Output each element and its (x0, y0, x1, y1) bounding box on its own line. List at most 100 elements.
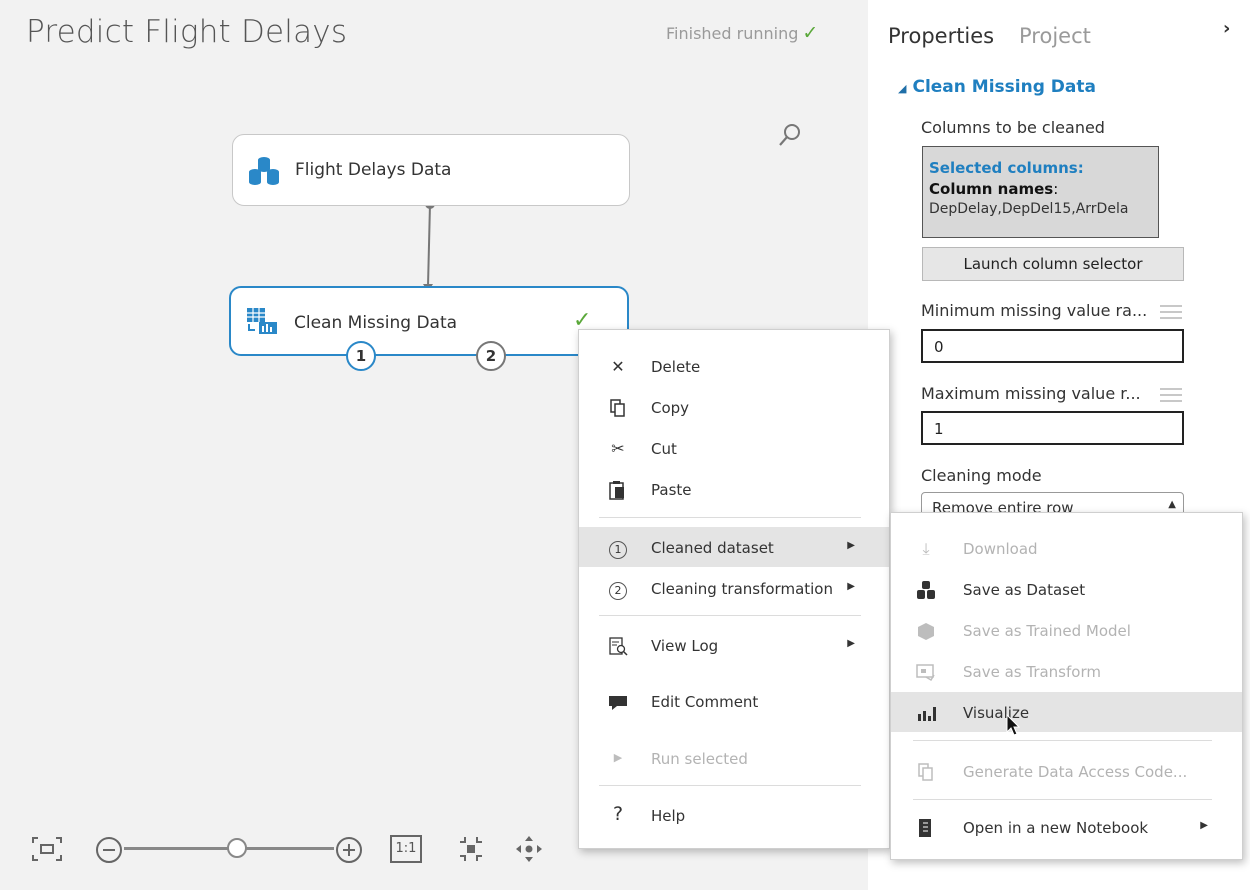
selected-columns-box: Selected columns: Column names: DepDelay… (922, 146, 1159, 238)
menu-item-help[interactable]: ? Help (579, 795, 889, 835)
menu-item-delete[interactable]: ✕ Delete (579, 346, 889, 386)
menu-item-label: View Log (651, 637, 719, 655)
menu-item-label: Run selected (651, 750, 748, 768)
trained-model-icon (918, 623, 934, 640)
pan-icon[interactable] (513, 834, 545, 864)
submenu-item-save-as-trained-model[interactable]: Save as Trained Model (891, 610, 1242, 650)
module-label: Flight Delays Data (295, 160, 452, 180)
view-log-icon (609, 637, 628, 656)
module-clean-missing-data[interactable]: Clean Missing Data ✓ (229, 286, 629, 356)
run-status: Finished running ✓ (666, 22, 818, 44)
menu-separator (913, 740, 1212, 741)
menu-item-label: Save as Dataset (963, 581, 1086, 599)
menu-item-cut[interactable]: ✂ Cut (579, 428, 889, 468)
actual-size-button[interactable]: 1:1 (390, 835, 422, 863)
menu-separator (599, 615, 861, 616)
column-names-label: Column names (929, 180, 1054, 198)
parameter-menu-icon[interactable] (1160, 305, 1182, 323)
column-names-value: DepDelay,DepDel15,ArrDela (929, 201, 1129, 217)
zoom-in-icon[interactable] (334, 835, 364, 865)
menu-item-label: Cut (651, 440, 677, 458)
menu-item-label: Save as Transform (963, 663, 1101, 681)
download-icon: ⤓ (922, 539, 930, 558)
port-1-icon: 1 (607, 538, 629, 559)
submenu-arrow-icon: ▶ (847, 581, 855, 592)
output-port-2[interactable]: 2 (476, 341, 506, 371)
menu-separator (599, 517, 861, 518)
menu-item-label: Copy (651, 399, 690, 417)
cleaning-mode-label: Cleaning mode (921, 466, 1042, 485)
menu-item-label: Generate Data Access Code... (963, 763, 1188, 781)
help-icon: ? (612, 803, 624, 825)
menu-item-label: Open in a new Notebook (963, 819, 1149, 837)
selected-columns-label: Selected columns: (929, 159, 1084, 177)
tab-project[interactable]: Project (1019, 24, 1091, 48)
experiment-title: Predict Flight Delays (26, 14, 348, 50)
submenu-item-save-as-transform[interactable]: Save as Transform (891, 651, 1242, 691)
columns-label: Columns to be cleaned (921, 118, 1105, 137)
menu-item-label: Download (963, 540, 1038, 558)
fit-to-screen-icon[interactable] (30, 834, 64, 864)
menu-item-label: Delete (651, 358, 701, 376)
context-menu: ✕ Delete Copy ✂ Cut Paste 1 Cleaned data… (578, 329, 890, 849)
column-names-heading: Column names: (929, 180, 1150, 198)
menu-item-view-log[interactable]: View Log ▶ (579, 625, 889, 665)
module-connector (423, 199, 435, 292)
scissors-icon: ✂ (611, 439, 625, 458)
menu-item-label: Edit Comment (651, 693, 759, 711)
menu-separator (913, 799, 1212, 800)
submenu-item-visualize[interactable]: Visualize (891, 692, 1242, 732)
menu-item-cleaned-dataset[interactable]: 1 Cleaned dataset ▶ (579, 527, 889, 567)
launch-column-selector-button[interactable]: Launch column selector (922, 247, 1184, 281)
menu-separator (599, 785, 861, 786)
output-port-1[interactable]: 1 (346, 341, 376, 371)
menu-item-paste[interactable]: Paste (579, 469, 889, 509)
submenu-item-download[interactable]: ⤓ Download (891, 528, 1242, 568)
port-number: 2 (609, 582, 627, 600)
module-flight-delays-data[interactable]: Flight Delays Data (232, 134, 630, 206)
comment-icon (609, 696, 627, 710)
menu-item-label: Help (651, 807, 686, 825)
port-number: 1 (609, 541, 627, 559)
copy-icon (610, 399, 625, 417)
transform-icon (916, 664, 935, 682)
zoom-slider-thumb[interactable] (227, 838, 247, 858)
submenu-arrow-icon: ▶ (1200, 820, 1208, 831)
run-status-text: Finished running (666, 24, 799, 43)
play-icon: ▶ (613, 751, 623, 764)
paste-icon (609, 481, 624, 500)
clean-data-icon (247, 308, 277, 334)
dataset-icon (249, 157, 279, 185)
mouse-cursor-icon (1006, 714, 1021, 736)
parameter-menu-icon[interactable] (1160, 388, 1182, 406)
max-missing-value-input[interactable]: 1 (921, 411, 1184, 445)
submenu-arrow-icon: ▶ (847, 638, 855, 649)
submenu-item-generate-data-access-code[interactable]: Generate Data Access Code... (891, 751, 1242, 791)
checkmark-icon: ✓ (802, 22, 819, 44)
tab-properties[interactable]: Properties (888, 24, 994, 48)
menu-item-cleaning-transformation[interactable]: 2 Cleaning transformation ▶ (579, 568, 889, 608)
zoom-toolbar: 1:1 (30, 830, 560, 870)
delete-x-icon: ✕ (611, 357, 625, 376)
port-2-icon: 2 (607, 579, 629, 600)
menu-item-label: Paste (651, 481, 692, 499)
copy-code-icon (918, 763, 933, 781)
menu-item-copy[interactable]: Copy (579, 387, 889, 427)
zoom-to-selection-icon[interactable] (455, 834, 487, 864)
notebook-icon (919, 819, 931, 837)
submenu-arrow-icon: ▶ (847, 540, 855, 551)
search-icon[interactable] (778, 122, 802, 148)
menu-item-label: Save as Trained Model (963, 622, 1131, 640)
menu-item-edit-comment[interactable]: Edit Comment (579, 681, 889, 721)
column-names-colon: : (1053, 180, 1059, 198)
menu-item-run-selected[interactable]: ▶ Run selected (579, 738, 889, 778)
section-header[interactable]: ◢ Clean Missing Data (898, 77, 1096, 97)
submenu-item-save-as-dataset[interactable]: Save as Dataset (891, 569, 1242, 609)
bar-chart-icon (918, 707, 936, 721)
min-missing-value-input[interactable]: 0 (921, 329, 1184, 363)
max-missing-label: Maximum missing value r... (921, 384, 1141, 403)
chevron-right-icon[interactable]: › (1223, 18, 1230, 39)
min-missing-label: Minimum missing value ra... (921, 301, 1148, 320)
zoom-out-icon[interactable] (94, 835, 124, 865)
submenu-item-open-in-notebook[interactable]: Open in a new Notebook ▶ (891, 807, 1242, 847)
